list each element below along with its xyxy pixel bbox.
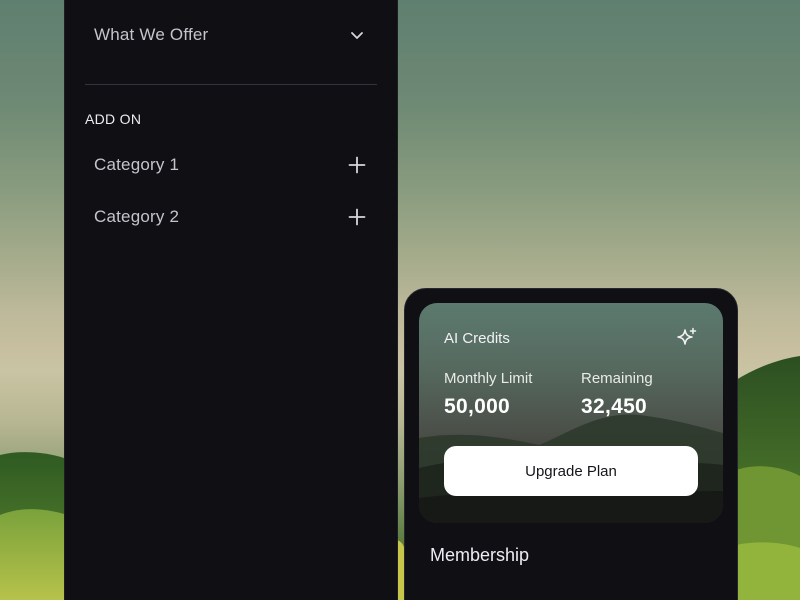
add-on-heading: ADD ON [85, 111, 142, 127]
category-2-toggle[interactable]: Category 2 [65, 197, 397, 237]
chevron-down-icon [345, 23, 369, 47]
category-1-toggle[interactable]: Category 1 [65, 145, 397, 185]
upgrade-plan-button[interactable]: Upgrade Plan [444, 446, 698, 496]
menu-divider [85, 84, 377, 85]
credits-panel: AI Credits Monthly Limit 50,000 Remainin… [404, 288, 738, 600]
what-we-offer-toggle[interactable]: What We Offer [65, 15, 397, 55]
remaining-value: 32,450 [581, 395, 648, 418]
plus-icon [345, 153, 369, 177]
landscape-background: What We Offer ADD ON Category 1 Category… [0, 0, 800, 600]
ai-credits-card: AI Credits Monthly Limit 50,000 Remainin… [419, 303, 723, 523]
ai-credits-title: AI Credits [444, 330, 510, 347]
category-2-label: Category 2 [94, 207, 180, 226]
monthly-limit-label: Monthly Limit [444, 370, 533, 387]
membership-heading: Membership [430, 545, 530, 565]
category-1-label: Category 1 [94, 155, 180, 174]
what-we-offer-label: What We Offer [94, 25, 209, 44]
remaining-label: Remaining [581, 370, 653, 387]
sparkle-icon [677, 327, 697, 345]
side-menu-panel: What We Offer ADD ON Category 1 Category… [64, 0, 398, 600]
plus-icon [345, 205, 369, 229]
monthly-limit-value: 50,000 [444, 395, 511, 418]
